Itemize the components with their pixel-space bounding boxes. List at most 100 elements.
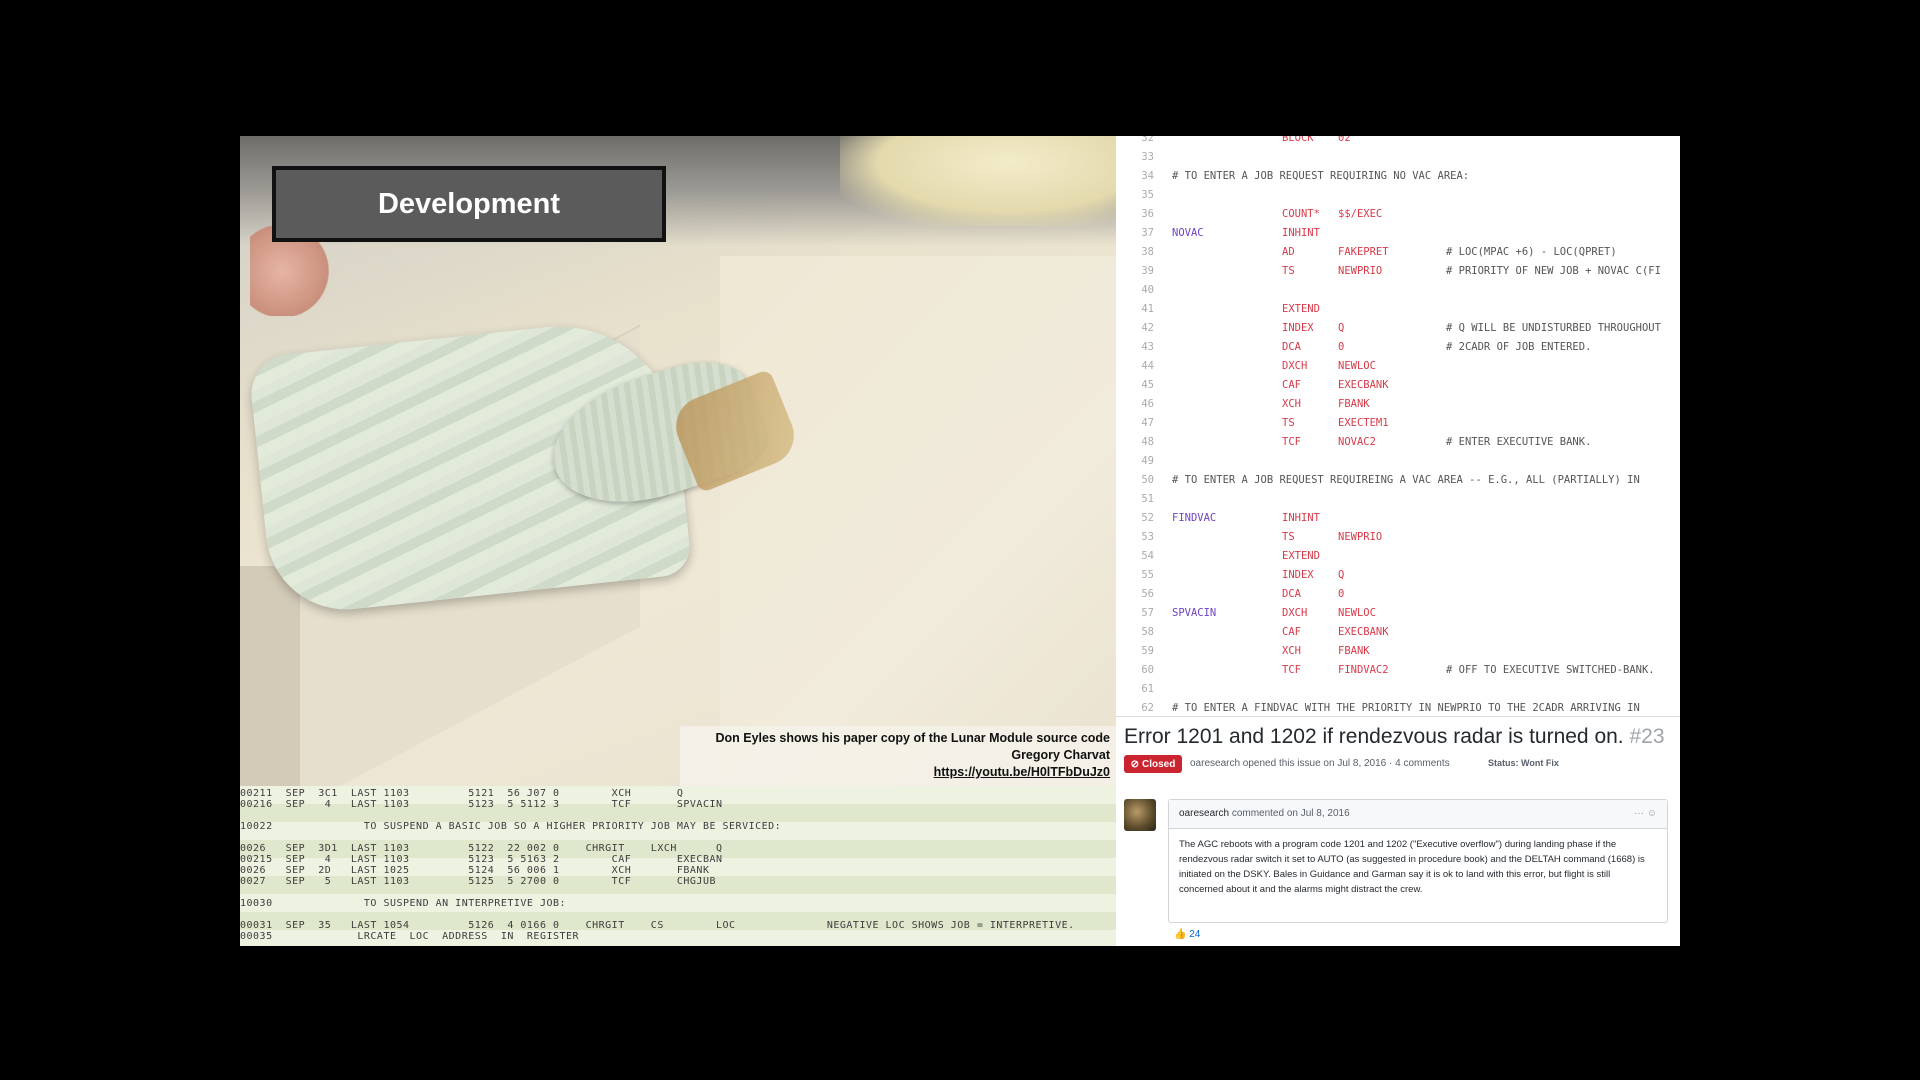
code-line: 32 BLOCK 02 — [1116, 136, 1680, 151]
line-number: 43 — [1141, 341, 1154, 353]
line-number: 59 — [1141, 645, 1154, 657]
code-line: 59 XCH FBANK — [1116, 645, 1680, 664]
code-opcode: AD — [1282, 246, 1295, 258]
code-operand: FBANK — [1338, 645, 1370, 657]
comment-header: oaresearch commented on Jul 8, 2016 ··· … — [1169, 800, 1667, 829]
code-opcode: DXCH — [1282, 360, 1308, 372]
line-number: 55 — [1141, 569, 1154, 581]
code-operand: Q — [1338, 322, 1345, 334]
code-operand: 0 — [1338, 341, 1345, 353]
line-number: 40 — [1141, 284, 1154, 296]
code-opcode: DCA — [1282, 341, 1301, 353]
line-number: 50 — [1141, 474, 1154, 486]
code-opcode: CAF — [1282, 379, 1301, 391]
code-opcode: BLOCK — [1282, 136, 1314, 144]
code-line: 48 TCF NOVAC2 # ENTER EXECUTIVE BANK. — [1116, 436, 1680, 455]
status-badge-label: Closed — [1142, 758, 1176, 770]
line-number: 58 — [1141, 626, 1154, 638]
code-opcode: EXTEND — [1282, 303, 1320, 315]
line-number: 32 — [1141, 136, 1154, 144]
photo-paper-listing: Development Don Eyles shows his paper co… — [240, 136, 1116, 786]
listing-row: 00035 LRCATE LOC ADDRESS IN REGISTER — [240, 931, 580, 942]
line-number: 56 — [1141, 588, 1154, 600]
caption-link[interactable]: https://youtu.be/H0lTFbDuJz0 — [680, 764, 1110, 781]
line-number: 60 — [1141, 664, 1154, 676]
printout-listing: 00211 SEP 3C1 LAST 1103 5121 56 J07 0 XC… — [240, 786, 1116, 946]
code-comment: # TO ENTER A JOB REQUEST REQUIRING NO VA… — [1172, 170, 1470, 182]
photo-caption: Don Eyles shows his paper copy of the Lu… — [680, 726, 1116, 786]
code-operand: EXECBANK — [1338, 626, 1389, 638]
code-operand: $$/EXEC — [1338, 208, 1383, 220]
code-line: 37 NOVAC INHINT — [1116, 227, 1680, 246]
code-operand: NEWPRIO — [1338, 265, 1383, 277]
reaction-thumbs-up[interactable]: 👍 24 — [1174, 929, 1200, 940]
code-comment: # 2CADR OF JOB ENTERED. — [1446, 341, 1592, 353]
code-opcode: INDEX — [1282, 322, 1314, 334]
line-number: 39 — [1141, 265, 1154, 277]
code-operand: FINDVAC2 — [1338, 664, 1389, 676]
code-line: 35 — [1116, 189, 1680, 208]
line-number: 36 — [1141, 208, 1154, 220]
status-badge: ⊘ Closed — [1124, 755, 1182, 773]
line-number: 42 — [1141, 322, 1154, 334]
line-number: 52 — [1141, 512, 1154, 524]
code-label: NOVAC — [1172, 227, 1204, 239]
slide-title: Development — [377, 187, 561, 220]
code-comment: # PRIORITY OF NEW JOB + NOVAC C(FI — [1446, 265, 1661, 277]
code-comment: # ENTER EXECUTIVE BANK. — [1446, 436, 1592, 448]
comment-body: The AGC reboots with a program code 1201… — [1179, 839, 1645, 895]
code-line: 62 # TO ENTER A FINDVAC WITH THE PRIORITY… — [1116, 702, 1680, 716]
code-operand: EXECTEM1 — [1338, 417, 1389, 429]
code-operand: FBANK — [1338, 398, 1370, 410]
code-opcode: EXTEND — [1282, 550, 1320, 562]
code-line: 50 # TO ENTER A JOB REQUEST REQUIREING A … — [1116, 474, 1680, 493]
line-number: 62 — [1141, 702, 1154, 714]
comment-author[interactable]: oaresearch — [1179, 808, 1229, 819]
code-line: 38 AD FAKEPRET # LOC(MPAC +6) - LOC(QPRET) — [1116, 246, 1680, 265]
code-line: 45 CAF EXECBANK — [1116, 379, 1680, 398]
code-line: 58 CAF EXECBANK — [1116, 626, 1680, 645]
github-issue: Error 1201 and 1202 if rendezvous radar … — [1116, 716, 1680, 946]
code-line: 46 XCH FBANK — [1116, 398, 1680, 417]
code-opcode: INHINT — [1282, 227, 1320, 239]
code-opcode: DXCH — [1282, 607, 1308, 619]
code-line: 61 — [1116, 683, 1680, 702]
code-opcode: TS — [1282, 265, 1295, 277]
slide-title-box: Development — [272, 166, 666, 242]
paper-box-front — [240, 566, 300, 786]
closed-icon: ⊘ — [1130, 758, 1140, 770]
code-comment: # TO ENTER A JOB REQUEST REQUIREING A VA… — [1172, 474, 1640, 486]
code-opcode: CAF — [1282, 626, 1301, 638]
code-operand: NEWPRIO — [1338, 531, 1383, 543]
code-comment: # TO ENTER A FINDVAC WITH THE PRIORITY I… — [1172, 702, 1640, 714]
code-operand: 02 — [1338, 136, 1351, 144]
issue-number: #23 — [1629, 725, 1665, 748]
code-opcode: DCA — [1282, 588, 1301, 600]
line-number: 34 — [1141, 170, 1154, 182]
code-line: 39 TS NEWPRIO # PRIORITY OF NEW JOB + NOVAC… — [1116, 265, 1680, 284]
line-number: 45 — [1141, 379, 1154, 391]
line-number: 54 — [1141, 550, 1154, 562]
background-cloth — [840, 136, 1116, 226]
code-line: 51 — [1116, 493, 1680, 512]
slide: Development Don Eyles shows his paper co… — [240, 136, 1680, 946]
avatar[interactable] — [1124, 799, 1156, 831]
code-line: 54 EXTEND — [1116, 550, 1680, 569]
code-operand: Q — [1338, 569, 1345, 581]
code-line: 55 INDEX Q — [1116, 569, 1680, 588]
caption-line2: Gregory Charvat — [1011, 748, 1110, 762]
code-comment: # LOC(MPAC +6) - LOC(QPRET) — [1446, 246, 1617, 258]
code-opcode: XCH — [1282, 645, 1301, 657]
code-line: 36 COUNT* $$/EXEC — [1116, 208, 1680, 227]
line-number: 41 — [1141, 303, 1154, 315]
line-number: 57 — [1141, 607, 1154, 619]
code-line: 40 — [1116, 284, 1680, 303]
reaction-menu-icon[interactable]: ··· ☺ — [1634, 800, 1657, 828]
code-line: 53 TS NEWPRIO — [1116, 531, 1680, 550]
code-comment: # Q WILL BE UNDISTURBED THROUGHOUT — [1446, 322, 1661, 334]
code-operand: 0 — [1338, 588, 1345, 600]
code-line: 60 TCF FINDVAC2 # OFF TO EXECUTIVE SWITCHED… — [1116, 664, 1680, 683]
issue-comment: oaresearch commented on Jul 8, 2016 ··· … — [1168, 799, 1668, 923]
code-label: SPVACIN — [1172, 607, 1217, 619]
line-number: 53 — [1141, 531, 1154, 543]
